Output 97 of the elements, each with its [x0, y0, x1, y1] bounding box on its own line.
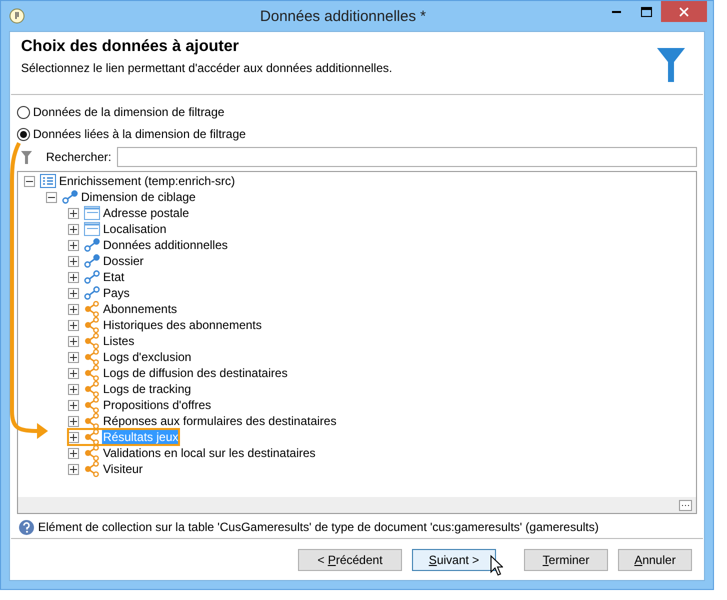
link-icon [84, 254, 100, 268]
dialog-button[interactable]: Suivant > [412, 548, 496, 570]
expand-toggle[interactable] [68, 320, 79, 330]
plus-icon [70, 418, 77, 424]
tree-item[interactable]: Propositions d'offres [102, 398, 212, 412]
plus-icon [70, 226, 77, 232]
tree-item[interactable]: Etat [102, 270, 126, 284]
expand-toggle[interactable] [68, 304, 79, 314]
plus-icon [70, 306, 77, 312]
collection-link-icon [84, 349, 100, 365]
expand-toggle[interactable] [68, 384, 79, 394]
status-text: Elément de collection sur la table 'CusGameresults' de type de document 'cus:gameresults' (gameresults) [38, 520, 599, 534]
table-icon [84, 206, 100, 220]
table-icon [84, 222, 100, 236]
expand-toggle[interactable] [68, 288, 79, 298]
collection-link-icon [84, 333, 100, 349]
plus-icon [70, 258, 77, 264]
more-icon[interactable] [679, 500, 692, 510]
collection-link-icon [84, 365, 100, 381]
collapse-toggle[interactable] [24, 176, 35, 186]
filter-icon [21, 150, 32, 164]
filter-icon [657, 48, 685, 82]
collection-link-icon [84, 429, 100, 445]
tree-item[interactable]: Dossier [102, 254, 145, 268]
radio-button[interactable] [17, 128, 30, 140]
tree-item[interactable]: Historiques des abonnements [102, 318, 263, 332]
collection-link-icon [84, 317, 100, 333]
collection-link-icon [84, 445, 100, 461]
dialog-button[interactable]: Annuler [618, 548, 692, 570]
link-icon [84, 238, 100, 252]
plus-icon [70, 354, 77, 360]
tree-item[interactable]: Listes [102, 334, 136, 348]
dialog-button[interactable]: Terminer [524, 548, 608, 570]
radio-label[interactable]: Données liées à la dimension de filtrage [33, 127, 246, 141]
page-subtitle: Sélectionnez le lien permettant d'accéder aux données additionnelles. [21, 61, 394, 75]
expand-toggle[interactable] [68, 272, 79, 282]
app-icon [9, 8, 25, 24]
tree-item[interactable]: Localisation [102, 222, 168, 236]
search-field[interactable] [117, 147, 697, 167]
collection-link-icon [84, 413, 100, 429]
radio-label[interactable]: Données de la dimension de filtrage [33, 105, 224, 119]
expand-toggle[interactable] [68, 256, 79, 266]
plus-icon [70, 274, 77, 280]
link-icon [62, 190, 78, 204]
mouse-cursor-icon [490, 554, 503, 576]
expand-toggle[interactable] [68, 352, 79, 362]
window-title: Données additionnelles * [259, 8, 427, 24]
radio-button[interactable] [17, 106, 30, 118]
maximize-icon [640, 7, 652, 17]
collection-link-icon [84, 381, 100, 397]
tree-item[interactable]: Logs de tracking [102, 382, 192, 396]
tree-item[interactable]: Données additionnelles [102, 238, 229, 252]
tree-item[interactable]: Dimension de ciblage [80, 190, 197, 204]
collapse-toggle[interactable] [46, 192, 57, 202]
tree-item[interactable]: Pays [102, 286, 131, 300]
collection-link-icon [84, 301, 100, 317]
plus-icon [70, 242, 77, 248]
expand-toggle[interactable] [68, 432, 79, 442]
link-icon [84, 286, 100, 300]
expand-toggle[interactable] [68, 240, 79, 250]
plus-icon [70, 338, 77, 344]
expand-toggle[interactable] [68, 448, 79, 458]
page-title: Choix des données à ajouter [21, 38, 240, 56]
tree-item[interactable]: Logs de diffusion des destinataires [102, 366, 289, 380]
plus-icon [70, 434, 77, 440]
plus-icon [70, 466, 77, 472]
tree-item[interactable]: Validations en local sur les destinataires [102, 446, 317, 460]
expand-toggle[interactable] [68, 208, 79, 218]
tree-item[interactable]: Logs d'exclusion [102, 350, 192, 364]
collection-link-icon [84, 397, 100, 413]
plus-icon [70, 290, 77, 296]
tree-item[interactable]: Visiteur [102, 462, 144, 476]
expand-toggle[interactable] [68, 464, 79, 474]
collection-link-icon [84, 461, 100, 477]
plus-icon [70, 210, 77, 216]
expand-toggle[interactable] [68, 400, 79, 410]
expand-toggle[interactable] [68, 224, 79, 234]
plus-icon [70, 450, 77, 456]
tree-item[interactable]: Réponses aux formulaires des destinataires [102, 414, 338, 428]
tree-item[interactable]: Abonnements [102, 302, 178, 316]
plus-icon [70, 322, 77, 328]
dialog-button[interactable]: < Précédent [298, 548, 402, 570]
list-icon [40, 174, 56, 188]
close-button[interactable] [661, 1, 707, 22]
expand-toggle[interactable] [68, 368, 79, 378]
plus-icon [70, 386, 77, 392]
help-icon [19, 520, 34, 534]
plus-icon [70, 402, 77, 408]
tree-item[interactable]: Enrichissement (temp:enrich-src) [58, 174, 236, 188]
link-icon [84, 270, 100, 284]
expand-toggle[interactable] [68, 416, 79, 426]
plus-icon [70, 370, 77, 376]
tree-item[interactable]: Adresse postale [102, 206, 190, 220]
expand-toggle[interactable] [68, 336, 79, 346]
minimize-icon [612, 11, 620, 13]
close-icon [679, 6, 689, 16]
search-label: Rechercher: [46, 150, 112, 164]
